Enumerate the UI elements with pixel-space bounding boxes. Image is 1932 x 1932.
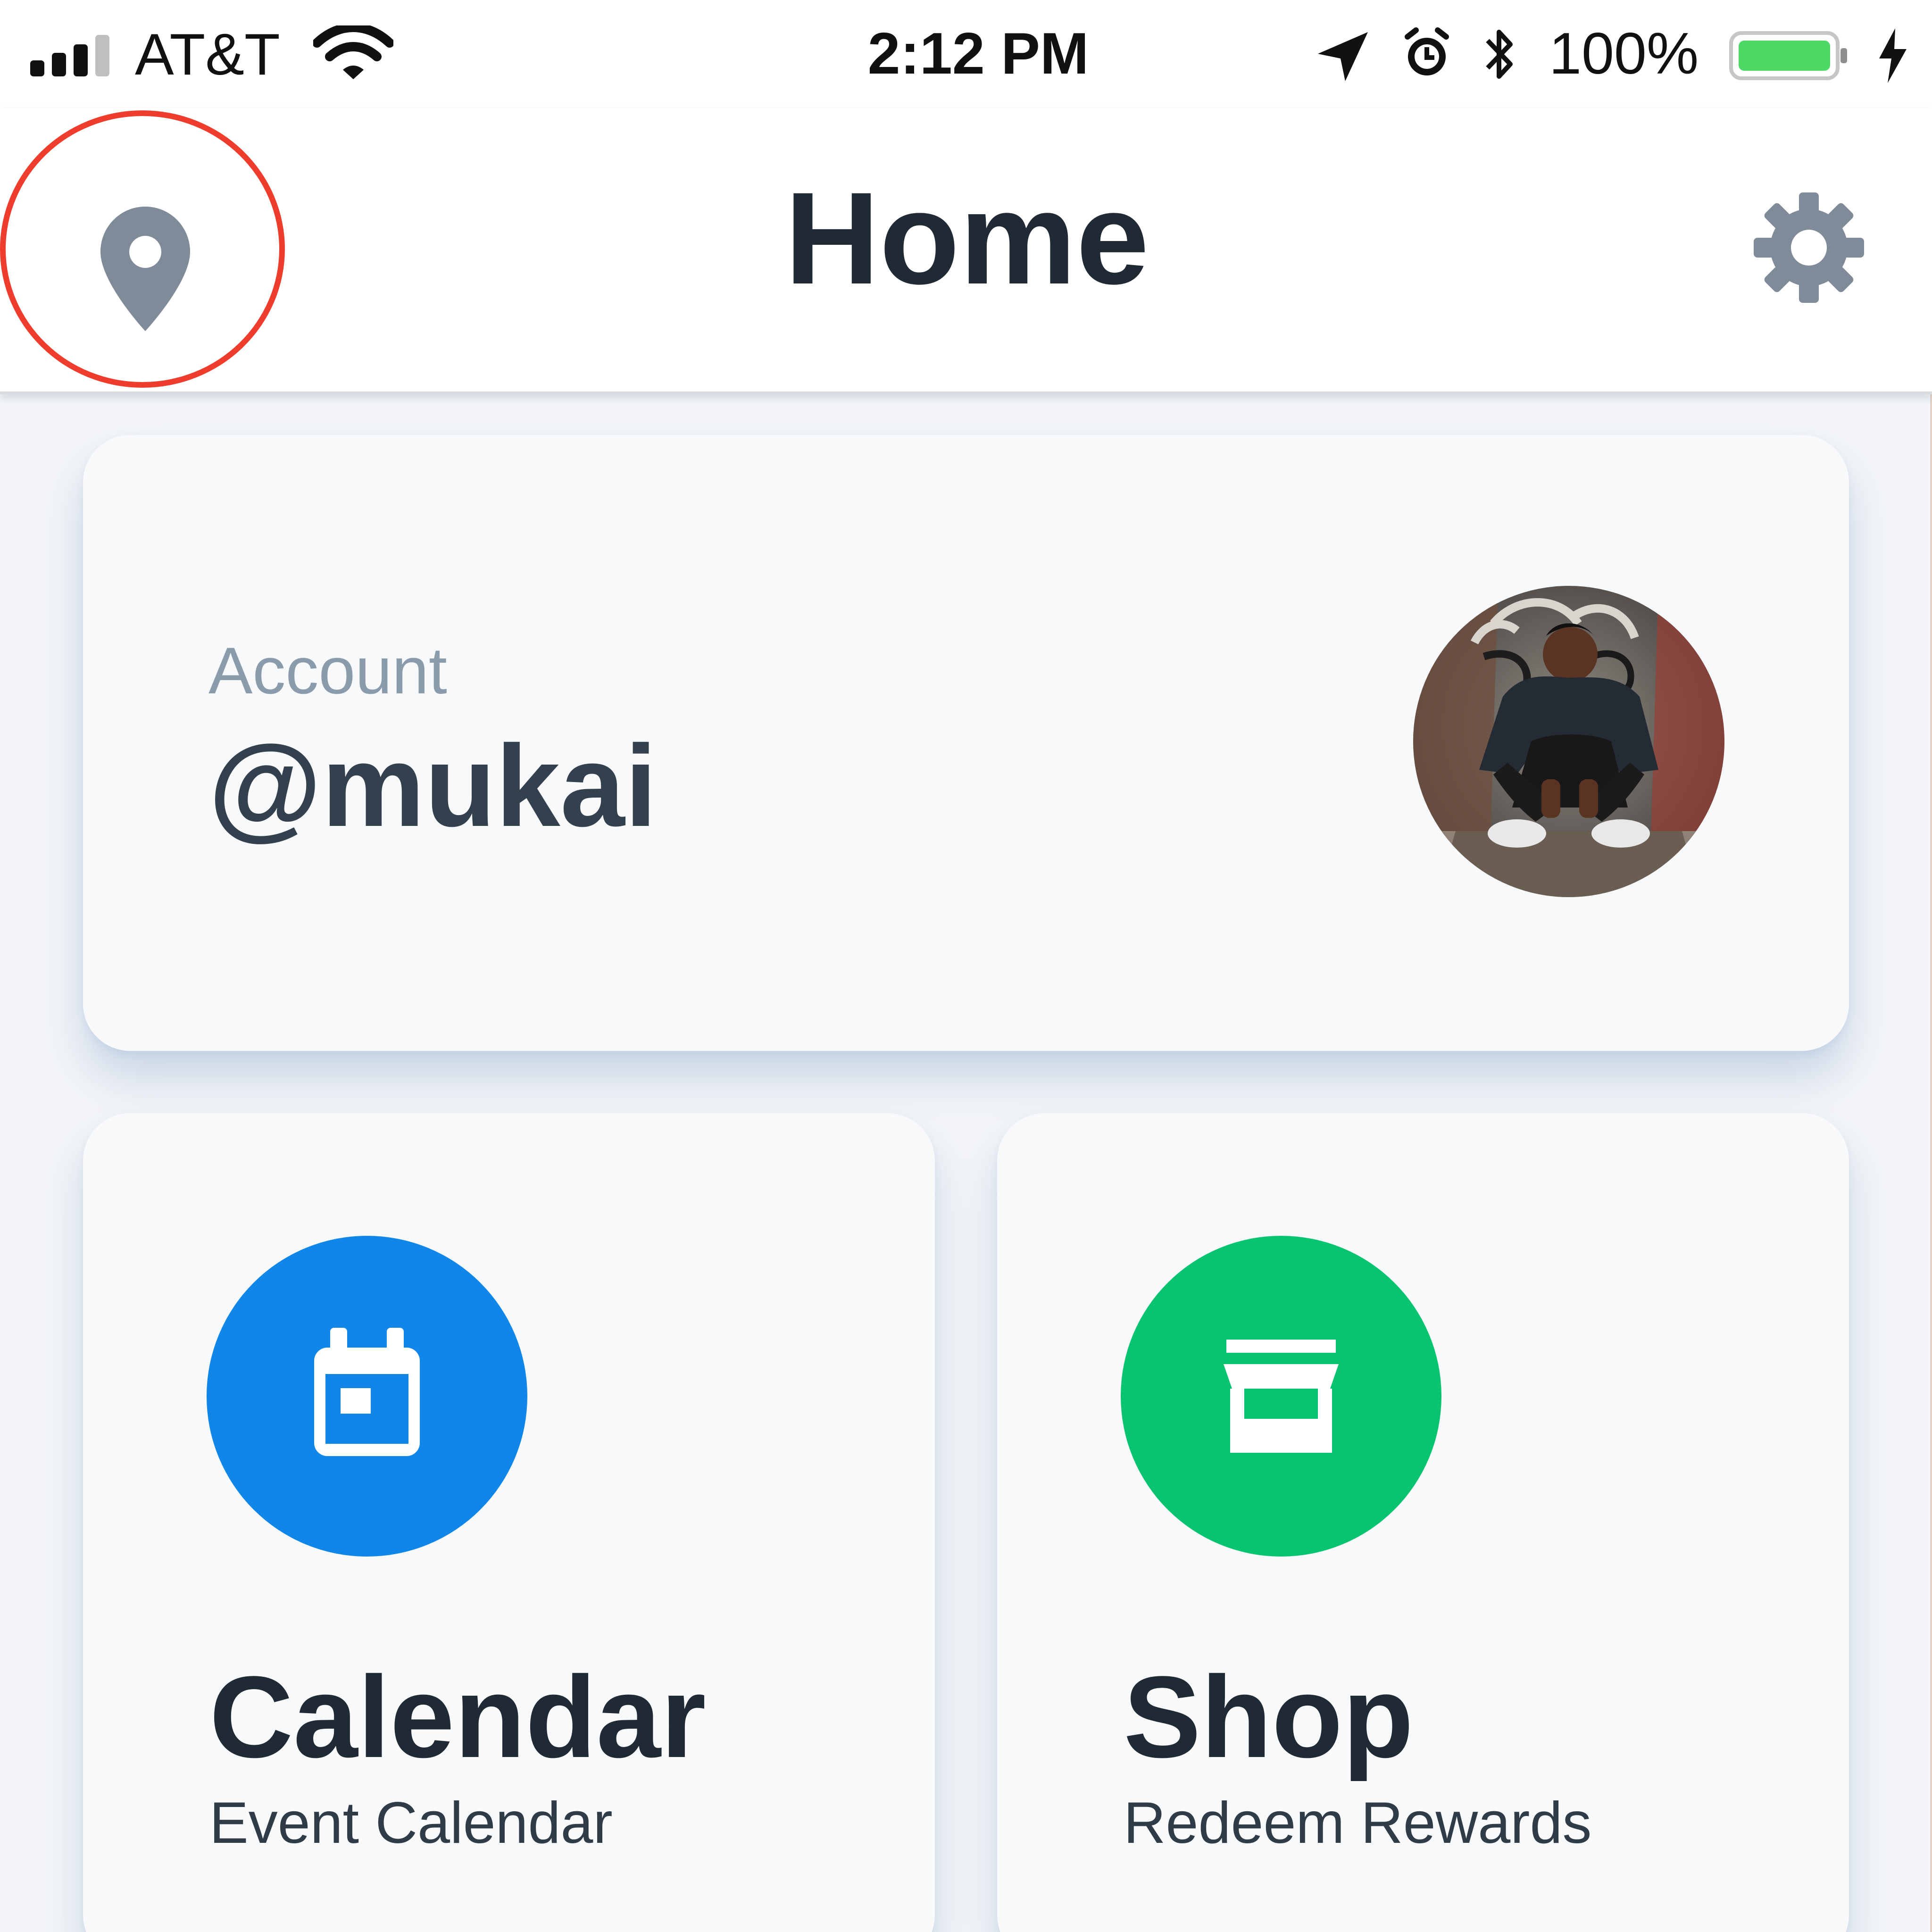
navigation-bar: Home <box>0 108 1932 394</box>
bluetooth-icon <box>1486 30 1513 79</box>
carrier-label: AT&T <box>135 22 280 87</box>
account-handle: @mukai <box>208 721 657 851</box>
location-arrow-icon <box>1318 32 1368 81</box>
calendar-icon-circle <box>207 1236 527 1557</box>
calendar-subtitle: Event Calendar <box>209 1790 613 1856</box>
status-time: 2:12 PM <box>867 21 1089 86</box>
profile-photo <box>1413 586 1724 897</box>
shop-card[interactable]: Shop Redeem Rewards <box>997 1113 1849 1932</box>
account-card[interactable]: Account @mukai <box>83 435 1849 1051</box>
location-button[interactable] <box>84 184 207 354</box>
storefront-icon <box>1224 1340 1339 1453</box>
settings-button[interactable] <box>1750 189 1868 307</box>
shop-title: Shop <box>1124 1652 1414 1782</box>
battery-icon <box>1729 31 1847 80</box>
signal-icon <box>30 34 115 76</box>
avatar[interactable] <box>1413 586 1724 897</box>
gear-icon <box>1754 192 1864 303</box>
account-label: Account <box>208 633 447 708</box>
battery-percent: 100% <box>1549 21 1699 86</box>
calendar-title: Calendar <box>209 1652 706 1782</box>
alarm-icon <box>1405 27 1449 75</box>
calendar-icon <box>314 1328 420 1456</box>
status-bar: AT&T 2:12 PM 100% <box>0 0 1932 108</box>
home-screen: AT&T 2:12 PM 100% Home Account @mukai Ca… <box>0 0 1932 1932</box>
shop-icon-circle <box>1121 1236 1441 1557</box>
calendar-card[interactable]: Calendar Event Calendar <box>83 1113 935 1932</box>
wifi-icon <box>313 25 393 79</box>
shop-subtitle: Redeem Rewards <box>1124 1790 1592 1856</box>
location-pin-icon <box>100 207 190 331</box>
page-title: Home <box>784 165 1149 311</box>
charging-icon <box>1879 28 1907 83</box>
